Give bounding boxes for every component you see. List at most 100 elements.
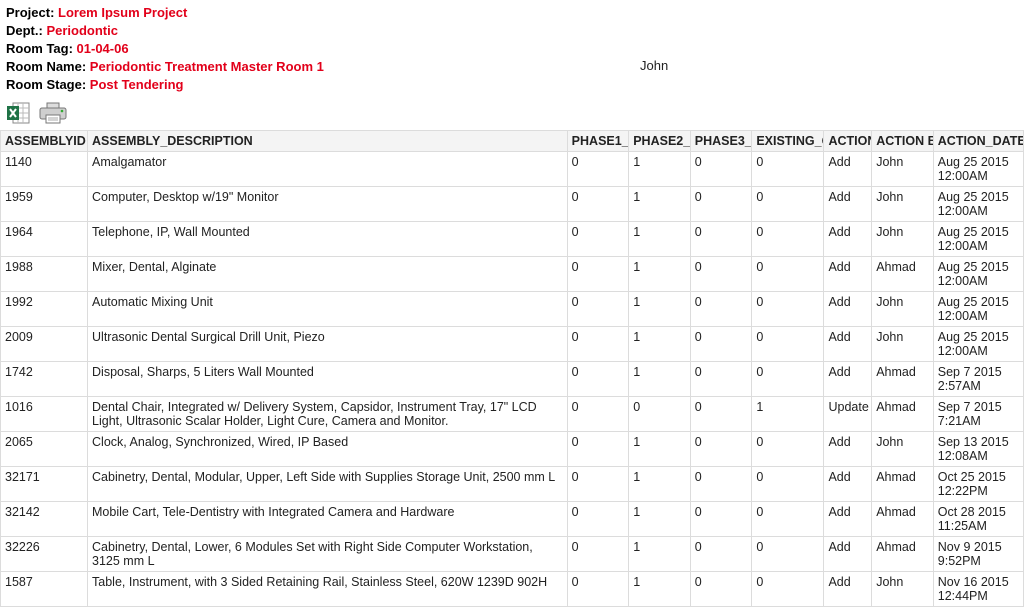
cell-action: Update [824, 397, 872, 432]
cell-phase1: 0 [567, 432, 629, 467]
cell-actionby: John [872, 432, 934, 467]
cell-phase1: 0 [567, 292, 629, 327]
roomtag-label: Room Tag: [6, 41, 77, 56]
cell-actiondate: Nov 9 2015 9:52PM [933, 537, 1023, 572]
table-row: 32142Mobile Cart, Tele-Dentistry with In… [1, 502, 1024, 537]
cell-description: Ultrasonic Dental Surgical Drill Unit, P… [88, 327, 568, 362]
cell-existing: 0 [752, 222, 824, 257]
cell-existing: 0 [752, 152, 824, 187]
cell-actiondate: Aug 25 2015 12:00AM [933, 292, 1023, 327]
current-user: John [640, 58, 668, 73]
cell-phase2: 1 [629, 502, 691, 537]
cell-phase3: 0 [690, 502, 752, 537]
print-button[interactable] [38, 100, 68, 126]
cell-existing: 0 [752, 537, 824, 572]
roomtag-row: Room Tag: 01-04-06 [6, 40, 1018, 58]
cell-phase2: 1 [629, 362, 691, 397]
cell-existing: 1 [752, 397, 824, 432]
cell-phase3: 0 [690, 432, 752, 467]
cell-actionby: John [872, 292, 934, 327]
cell-assemblyid: 1959 [1, 187, 88, 222]
cell-phase1: 0 [567, 257, 629, 292]
table-row: 1016Dental Chair, Integrated w/ Delivery… [1, 397, 1024, 432]
cell-description: Disposal, Sharps, 5 Liters Wall Mounted [88, 362, 568, 397]
cell-assemblyid: 1992 [1, 292, 88, 327]
cell-existing: 0 [752, 572, 824, 607]
cell-assemblyid: 1140 [1, 152, 88, 187]
cell-action: Add [824, 292, 872, 327]
cell-actiondate: Aug 25 2015 12:00AM [933, 257, 1023, 292]
cell-actiondate: Sep 7 2015 7:21AM [933, 397, 1023, 432]
cell-description: Mobile Cart, Tele-Dentistry with Integra… [88, 502, 568, 537]
cell-phase3: 0 [690, 397, 752, 432]
table-row: 1992Automatic Mixing Unit0100AddJohnAug … [1, 292, 1024, 327]
cell-actiondate: Aug 25 2015 12:00AM [933, 152, 1023, 187]
col-actiondate: ACTION_DATE [933, 131, 1023, 152]
col-existing: EXISTING_QTY [752, 131, 824, 152]
cell-action: Add [824, 327, 872, 362]
cell-actiondate: Aug 25 2015 12:00AM [933, 327, 1023, 362]
cell-description: Cabinetry, Dental, Modular, Upper, Left … [88, 467, 568, 502]
cell-actionby: John [872, 187, 934, 222]
cell-phase1: 0 [567, 502, 629, 537]
project-row: Project: Lorem Ipsum Project [6, 4, 1018, 22]
cell-phase3: 0 [690, 152, 752, 187]
cell-phase1: 0 [567, 222, 629, 257]
cell-phase3: 0 [690, 362, 752, 397]
cell-assemblyid: 1587 [1, 572, 88, 607]
cell-actionby: John [872, 222, 934, 257]
table-row: 1587Table, Instrument, with 3 Sided Reta… [1, 572, 1024, 607]
printer-icon [39, 101, 67, 125]
table-header: ASSEMBLYID ASSEMBLY_DESCRIPTION PHASE1_Q… [1, 131, 1024, 152]
cell-action: Add [824, 467, 872, 502]
export-excel-button[interactable] [4, 100, 34, 126]
cell-description: Amalgamator [88, 152, 568, 187]
cell-description: Automatic Mixing Unit [88, 292, 568, 327]
table-row: 1959Computer, Desktop w/19" Monitor0100A… [1, 187, 1024, 222]
cell-existing: 0 [752, 467, 824, 502]
table-row: 2065Clock, Analog, Synchronized, Wired, … [1, 432, 1024, 467]
cell-existing: 0 [752, 292, 824, 327]
cell-actiondate: Oct 25 2015 12:22PM [933, 467, 1023, 502]
col-description: ASSEMBLY_DESCRIPTION [88, 131, 568, 152]
cell-phase2: 1 [629, 187, 691, 222]
cell-actionby: John [872, 572, 934, 607]
cell-assemblyid: 32171 [1, 467, 88, 502]
cell-action: Add [824, 257, 872, 292]
cell-description: Clock, Analog, Synchronized, Wired, IP B… [88, 432, 568, 467]
cell-actionby: Ahmad [872, 257, 934, 292]
cell-actionby: John [872, 327, 934, 362]
dept-label: Dept.: [6, 23, 46, 38]
cell-actiondate: Aug 25 2015 12:00AM [933, 187, 1023, 222]
roomname-row: Room Name: Periodontic Treatment Master … [6, 58, 1018, 76]
roomstage-value: Post Tendering [90, 77, 184, 92]
cell-phase3: 0 [690, 467, 752, 502]
table-row: 1140Amalgamator0100AddJohnAug 25 2015 12… [1, 152, 1024, 187]
table-body: 1140Amalgamator0100AddJohnAug 25 2015 12… [1, 152, 1024, 607]
roomtag-value: 01-04-06 [77, 41, 129, 56]
cell-assemblyid: 2065 [1, 432, 88, 467]
cell-assemblyid: 1988 [1, 257, 88, 292]
cell-description: Table, Instrument, with 3 Sided Retainin… [88, 572, 568, 607]
cell-phase2: 1 [629, 152, 691, 187]
cell-phase3: 0 [690, 572, 752, 607]
col-action: ACTION [824, 131, 872, 152]
cell-existing: 0 [752, 327, 824, 362]
cell-phase2: 1 [629, 222, 691, 257]
cell-phase1: 0 [567, 537, 629, 572]
page-header: Project: Lorem Ipsum Project Dept.: Peri… [0, 0, 1024, 98]
cell-actionby: Ahmad [872, 397, 934, 432]
cell-phase2: 1 [629, 327, 691, 362]
toolbar [0, 98, 1024, 130]
cell-action: Add [824, 362, 872, 397]
cell-actionby: Ahmad [872, 467, 934, 502]
cell-phase1: 0 [567, 152, 629, 187]
cell-phase2: 0 [629, 397, 691, 432]
cell-phase3: 0 [690, 537, 752, 572]
cell-actionby: Ahmad [872, 502, 934, 537]
cell-phase1: 0 [567, 362, 629, 397]
cell-phase1: 0 [567, 467, 629, 502]
cell-phase2: 1 [629, 432, 691, 467]
cell-actionby: John [872, 152, 934, 187]
cell-actiondate: Nov 16 2015 12:44PM [933, 572, 1023, 607]
